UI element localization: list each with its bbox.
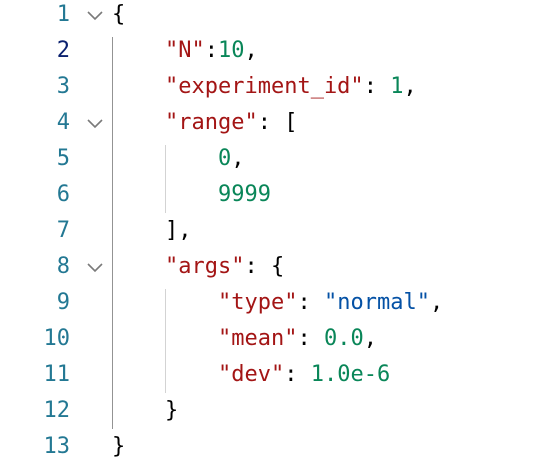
- gutter-line: 8: [0, 249, 110, 285]
- line-number: 3: [56, 74, 70, 99]
- code-line[interactable]: ],: [165, 213, 192, 249]
- code-token-key: "dev": [218, 362, 285, 387]
- code-token-punc: ,: [231, 146, 245, 171]
- code-token-punc: : [: [257, 110, 298, 135]
- code-token-num: 10: [218, 38, 245, 63]
- code-line[interactable]: }: [165, 393, 178, 429]
- gutter-line: 10: [0, 321, 110, 357]
- line-number: 13: [43, 434, 71, 459]
- code-token-punc: : {: [244, 254, 285, 279]
- gutter-line: 1: [0, 0, 110, 33]
- code-token-num: 0: [218, 146, 232, 171]
- code-token-punc: ],: [165, 218, 192, 243]
- code-token-punc: :: [284, 362, 311, 387]
- code-token-key: "args": [165, 254, 245, 279]
- code-token-punc: }: [165, 398, 179, 423]
- indent-guide: [112, 37, 113, 429]
- line-number: 1: [56, 2, 70, 27]
- gutter-line: 12: [0, 393, 110, 429]
- code-line[interactable]: "experiment_id": 1,: [165, 69, 417, 105]
- code-token-str: "normal": [323, 290, 430, 315]
- code-line[interactable]: }: [112, 429, 125, 465]
- code-token-punc: :: [297, 290, 324, 315]
- code-token-punc: :: [297, 326, 324, 351]
- line-number: 5: [56, 146, 70, 171]
- code-line[interactable]: {: [112, 0, 125, 33]
- chevron-down-icon[interactable]: [86, 258, 104, 276]
- line-number: 2: [56, 38, 70, 63]
- line-number: 4: [56, 110, 70, 135]
- code-token-num: 1: [390, 74, 404, 99]
- code-token-key: "type": [218, 290, 298, 315]
- line-number: 12: [43, 398, 71, 423]
- code-line[interactable]: "args": {: [165, 249, 284, 285]
- code-line[interactable]: 9999: [218, 177, 271, 213]
- chevron-down-icon[interactable]: [86, 114, 104, 132]
- gutter-line: 2: [0, 33, 110, 69]
- gutter-line: 13: [0, 429, 110, 465]
- line-number: 11: [43, 362, 71, 387]
- code-line[interactable]: "range": [: [165, 105, 297, 141]
- gutter-line: 4: [0, 105, 110, 141]
- indent-guide: [165, 289, 166, 393]
- code-token-num: 9999: [218, 182, 271, 207]
- line-number: 8: [56, 254, 70, 279]
- gutter-line: 7: [0, 213, 110, 249]
- indent-guide: [165, 145, 166, 213]
- gutter-line: 6: [0, 177, 110, 213]
- code-token-punc: ,: [403, 74, 417, 99]
- code-line[interactable]: "mean": 0.0,: [218, 321, 377, 357]
- code-line[interactable]: "type": "normal",: [218, 285, 443, 321]
- code-line[interactable]: "dev": 1.0e-6: [218, 357, 390, 393]
- gutter-line: 3: [0, 69, 110, 105]
- code-line[interactable]: 0,: [218, 141, 245, 177]
- code-token-punc: ,: [429, 290, 444, 315]
- gutter-line: 11: [0, 357, 110, 393]
- line-number: 9: [56, 290, 70, 315]
- line-number: 6: [56, 182, 70, 207]
- chevron-down-icon[interactable]: [86, 6, 104, 24]
- code-token-punc: :: [204, 38, 218, 63]
- gutter-line: 5: [0, 141, 110, 177]
- code-token-punc: :: [363, 74, 391, 99]
- line-number: 7: [56, 218, 70, 243]
- code-token-key: "mean": [218, 326, 298, 351]
- code-token-key: "N": [165, 38, 205, 63]
- code-token-punc: ,: [244, 38, 258, 63]
- code-token-key: "experiment_id": [165, 74, 364, 99]
- code-line[interactable]: "N":10,: [165, 33, 258, 69]
- gutter-line: 9: [0, 285, 110, 321]
- code-token-punc: {: [112, 2, 126, 27]
- code-token-num: 1.0e-6: [310, 362, 391, 387]
- line-number: 10: [43, 326, 71, 351]
- code-token-punc: ,: [363, 326, 377, 351]
- code-token-punc: }: [112, 434, 126, 459]
- code-token-num: 0.0: [323, 326, 364, 351]
- code-editor[interactable]: 1{2 "N":10, 3 "experiment_id": 1, 4 "range": …: [0, 0, 549, 471]
- code-token-key: "range": [165, 110, 258, 135]
